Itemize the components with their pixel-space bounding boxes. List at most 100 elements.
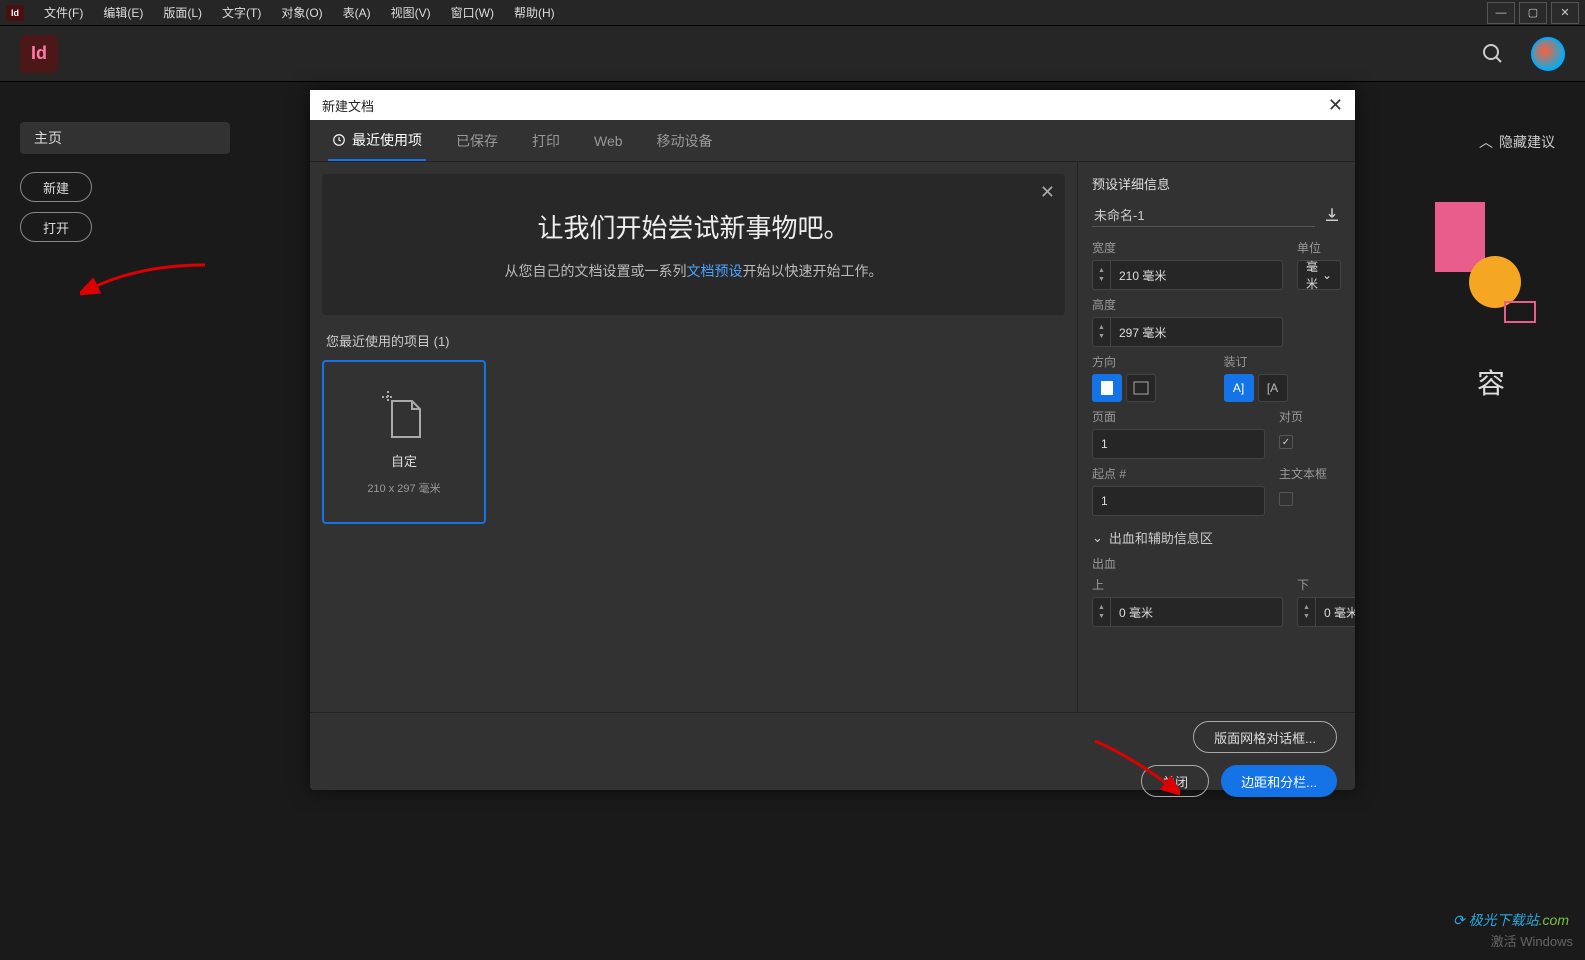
height-label: 高度 xyxy=(1092,296,1283,313)
dialog-body: ✕ 让我们开始尝试新事物吧。 从您自己的文档设置或一系列文档预设开始以快速开始工… xyxy=(310,162,1355,712)
height-value[interactable] xyxy=(1111,325,1282,339)
download-preset-icon[interactable] xyxy=(1323,206,1341,224)
dialog-right-pane: 预设详细信息 宽度 ▲▼ 单位 毫米⌄ xyxy=(1077,162,1355,712)
dialog-titlebar: 新建文档 ✕ xyxy=(310,90,1355,120)
unit-label: 单位 xyxy=(1297,239,1341,256)
recent-label: 您最近使用的项目 (1) xyxy=(322,331,1065,350)
maximize-button[interactable]: ▢ xyxy=(1519,2,1547,24)
partial-text: 容 xyxy=(1477,362,1505,402)
primary-text-frame-label: 主文本框 xyxy=(1279,465,1341,482)
margins-columns-button[interactable]: 边距和分栏... xyxy=(1221,765,1337,797)
app-toolbar: Id xyxy=(0,26,1585,82)
bleed-top-value[interactable] xyxy=(1111,605,1282,619)
window-controls: — ▢ ✕ xyxy=(1483,2,1579,24)
binding-left[interactable]: A] xyxy=(1224,374,1254,402)
primary-text-frame-checkbox[interactable] xyxy=(1279,492,1293,506)
menu-window[interactable]: 窗口(W) xyxy=(441,4,504,21)
preset-name: 自定 xyxy=(391,451,417,470)
bleed-label: 出血 xyxy=(1092,555,1341,572)
new-button[interactable]: 新建 xyxy=(20,172,92,202)
width-value[interactable] xyxy=(1111,268,1282,282)
close-dialog-button[interactable]: 关闭 xyxy=(1141,765,1209,797)
banner-text-pre: 从您自己的文档设置或一系列 xyxy=(505,263,687,279)
banner-text-post: 开始以快速开始工作。 xyxy=(743,263,883,279)
home-sidebar: 主页 新建 打开 xyxy=(20,122,240,242)
app-logo-icon: Id xyxy=(20,35,58,73)
menu-object[interactable]: 对象(O) xyxy=(271,4,332,21)
banner-close-button[interactable]: ✕ xyxy=(1040,182,1055,203)
bleed-section-label: 出血和辅助信息区 xyxy=(1109,528,1213,547)
dialog-left-pane: ✕ 让我们开始尝试新事物吧。 从您自己的文档设置或一系列文档预设开始以快速开始工… xyxy=(310,162,1077,712)
doc-name-input[interactable] xyxy=(1092,203,1315,227)
orientation-portrait[interactable] xyxy=(1092,374,1122,402)
bleed-bottom-label: 下 xyxy=(1297,576,1355,593)
orientation-landscape[interactable] xyxy=(1126,374,1156,402)
bleed-top-label: 上 xyxy=(1092,576,1283,593)
search-icon[interactable] xyxy=(1481,42,1505,66)
unit-select[interactable]: 毫米⌄ xyxy=(1297,260,1341,290)
banner-text: 从您自己的文档设置或一系列文档预设开始以快速开始工作。 xyxy=(342,261,1045,281)
height-input[interactable]: ▲▼ xyxy=(1092,317,1283,347)
bleed-top-input[interactable]: ▲▼ xyxy=(1092,597,1283,627)
bleed-section-toggle[interactable]: ⌄ 出血和辅助信息区 xyxy=(1092,528,1341,547)
unit-value: 毫米 xyxy=(1306,258,1322,292)
menu-view[interactable]: 视图(V) xyxy=(381,4,441,21)
facing-pages-label: 对页 xyxy=(1279,408,1341,425)
hide-suggestions-label: 隐藏建议 xyxy=(1499,132,1555,152)
menu-help[interactable]: 帮助(H) xyxy=(504,4,565,21)
menu-file[interactable]: 文件(F) xyxy=(34,4,93,21)
preset-details-header: 预设详细信息 xyxy=(1092,174,1341,193)
dialog-tabs: 最近使用项 已保存 打印 Web 移动设备 xyxy=(310,120,1355,162)
binding-right[interactable]: [A xyxy=(1258,374,1288,402)
chevron-down-icon: ⌄ xyxy=(1322,268,1332,282)
main-area: 主页 新建 打开 ︿ 隐藏建议 容 新建文档 ✕ 最近使用项 已保存 打印 We… xyxy=(0,82,1585,960)
pages-label: 页面 xyxy=(1092,408,1265,425)
layout-grid-button[interactable]: 版面网格对话框... xyxy=(1193,721,1337,753)
menu-edit[interactable]: 编辑(E) xyxy=(93,4,153,21)
app-badge-icon: Id xyxy=(6,5,24,21)
dialog-close-button[interactable]: ✕ xyxy=(1328,95,1343,116)
preset-card-custom[interactable]: 自定 210 x 297 毫米 xyxy=(322,360,486,524)
hide-suggestions-link[interactable]: ︿ 隐藏建议 xyxy=(1479,132,1555,152)
close-window-button[interactable]: ✕ xyxy=(1551,2,1579,24)
facing-pages-checkbox[interactable] xyxy=(1279,435,1293,449)
page-icon xyxy=(382,389,426,441)
start-page-label: 起点 # xyxy=(1092,465,1265,482)
bleed-bottom-value[interactable] xyxy=(1316,605,1355,619)
preset-size: 210 x 297 毫米 xyxy=(367,480,440,496)
menu-bar: Id 文件(F) 编辑(E) 版面(L) 文字(T) 对象(O) 表(A) 视图… xyxy=(0,0,1585,26)
new-document-dialog: 新建文档 ✕ 最近使用项 已保存 打印 Web 移动设备 ✕ 让我们开始尝试新事… xyxy=(310,90,1355,790)
home-dropdown[interactable]: 主页 xyxy=(20,122,230,154)
dialog-footer: 版面网格对话框... 关闭 边距和分栏... xyxy=(310,712,1355,790)
welcome-banner: ✕ 让我们开始尝试新事物吧。 从您自己的文档设置或一系列文档预设开始以快速开始工… xyxy=(322,174,1065,315)
minimize-button[interactable]: — xyxy=(1487,2,1515,24)
open-button[interactable]: 打开 xyxy=(20,212,92,242)
menu-text[interactable]: 文字(T) xyxy=(212,4,271,21)
tab-recent-label: 最近使用项 xyxy=(352,130,422,150)
tab-mobile[interactable]: 移动设备 xyxy=(653,120,717,161)
user-avatar[interactable] xyxy=(1531,37,1565,71)
chevron-down-icon: ⌄ xyxy=(1092,530,1103,546)
tab-recent[interactable]: 最近使用项 xyxy=(328,120,426,161)
menu-table[interactable]: 表(A) xyxy=(333,4,381,21)
start-page-value[interactable] xyxy=(1093,494,1264,508)
banner-heading: 让我们开始尝试新事物吧。 xyxy=(342,208,1045,245)
start-page-input[interactable] xyxy=(1092,486,1265,516)
width-input[interactable]: ▲▼ xyxy=(1092,260,1283,290)
clock-icon xyxy=(332,133,346,147)
tab-print[interactable]: 打印 xyxy=(528,120,564,161)
doc-presets-link[interactable]: 文档预设 xyxy=(687,263,743,279)
tab-web[interactable]: Web xyxy=(590,120,627,161)
binding-label: 装订 xyxy=(1224,353,1342,370)
orientation-label: 方向 xyxy=(1092,353,1210,370)
bleed-bottom-input[interactable]: ▲▼ xyxy=(1297,597,1355,627)
dialog-title-text: 新建文档 xyxy=(322,96,374,115)
width-label: 宽度 xyxy=(1092,239,1283,256)
annotation-arrow-new xyxy=(80,260,210,300)
tab-saved[interactable]: 已保存 xyxy=(452,120,502,161)
pages-value[interactable] xyxy=(1093,437,1264,451)
chevron-up-icon: ︿ xyxy=(1479,132,1493,152)
menu-layout[interactable]: 版面(L) xyxy=(153,4,212,21)
pages-input[interactable] xyxy=(1092,429,1265,459)
decorative-graphic xyxy=(1425,192,1545,342)
